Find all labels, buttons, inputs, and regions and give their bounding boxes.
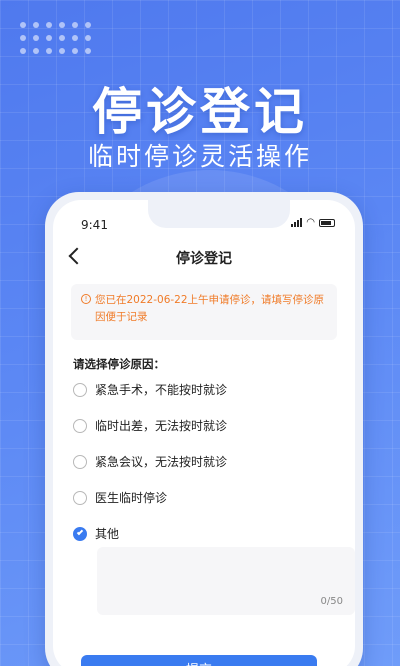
- char-counter: 0/50: [320, 596, 343, 607]
- other-reason-textarea[interactable]: 0/50: [97, 547, 355, 615]
- radio-icon[interactable]: [73, 490, 87, 505]
- phone-notch: [148, 200, 290, 228]
- option-label: 临时出差，无法按时就诊: [95, 419, 228, 433]
- submit-button[interactable]: 提交: [81, 655, 317, 666]
- option-emergency-surgery[interactable]: 紧急手术，不能按时就诊: [73, 381, 227, 398]
- radio-icon[interactable]: [73, 382, 87, 397]
- phone-frame: 9:41 ◠ 停诊登记 ! 您已在2022-06-22上午申请停诊，请填写停诊原…: [45, 192, 363, 666]
- option-doctor-temporary-stop[interactable]: 医生临时停诊: [73, 489, 167, 506]
- notice-text: 您已在2022-06-22上午申请停诊，请填写停诊原因便于记录: [95, 294, 325, 323]
- reason-question-label: 请选择停诊原因：: [73, 357, 165, 371]
- option-emergency-meeting[interactable]: 紧急会议，无法按时就诊: [73, 453, 227, 470]
- battery-icon: [319, 218, 335, 227]
- hero-subtitle: 临时停诊灵活操作: [87, 142, 312, 171]
- option-label: 其他: [95, 527, 120, 541]
- status-icons: ◠: [291, 217, 335, 228]
- warning-icon: !: [81, 294, 91, 304]
- status-time: 9:41: [81, 218, 108, 232]
- decorative-dots: [20, 22, 91, 54]
- wifi-icon: ◠: [306, 217, 315, 228]
- radio-icon[interactable]: [73, 454, 87, 469]
- phone-screen: 9:41 ◠ 停诊登记 ! 您已在2022-06-22上午申请停诊，请填写停诊原…: [53, 200, 355, 666]
- radio-icon[interactable]: [73, 418, 87, 433]
- option-other[interactable]: 其他: [73, 525, 119, 542]
- signal-icon: [291, 218, 303, 227]
- option-label: 紧急手术，不能按时就诊: [95, 383, 228, 397]
- notice-banner: ! 您已在2022-06-22上午申请停诊，请填写停诊原因便于记录: [71, 284, 337, 340]
- option-label: 紧急会议，无法按时就诊: [95, 455, 228, 469]
- radio-checked-icon[interactable]: [73, 526, 87, 541]
- option-business-trip[interactable]: 临时出差，无法按时就诊: [73, 417, 227, 434]
- option-label: 医生临时停诊: [95, 491, 168, 505]
- page-title: 停诊登记: [176, 251, 232, 267]
- hero-title: 停诊登记: [92, 83, 308, 141]
